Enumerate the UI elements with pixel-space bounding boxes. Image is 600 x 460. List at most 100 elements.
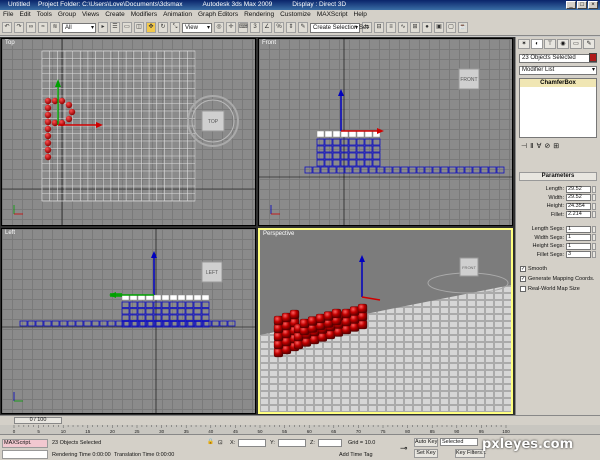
viewport-left[interactable]: Left LEFT bbox=[1, 228, 256, 414]
selection-filter-dropdown[interactable]: All bbox=[62, 22, 96, 33]
parameters-rollout[interactable]: Parameters bbox=[519, 172, 597, 181]
width-segs-input[interactable]: 1 bbox=[566, 234, 591, 242]
viewport-front[interactable]: Front FRONT bbox=[258, 38, 513, 226]
menu-rendering[interactable]: Rendering bbox=[241, 10, 277, 20]
menu-animation[interactable]: Animation bbox=[160, 10, 195, 20]
make-unique-icon[interactable]: ∀ bbox=[537, 142, 542, 152]
stack-item-chamferbox[interactable]: ChamferBox bbox=[520, 79, 596, 87]
rendered-frame-icon[interactable]: ▢ bbox=[446, 22, 456, 33]
width-spinner[interactable] bbox=[592, 194, 596, 202]
menu-modifiers[interactable]: Modifiers bbox=[128, 10, 160, 20]
menu-create[interactable]: Create bbox=[102, 10, 128, 20]
redo-icon[interactable]: ↷ bbox=[14, 22, 24, 33]
select-rotate-icon[interactable]: ↻ bbox=[158, 22, 168, 33]
undo-icon[interactable]: ↶ bbox=[2, 22, 12, 33]
menu-maxscript[interactable]: MAXScript bbox=[314, 10, 351, 20]
menu-customize[interactable]: Customize bbox=[277, 10, 314, 20]
top-nav-cube-label[interactable]: TOP bbox=[208, 119, 219, 125]
viewport-top[interactable]: Top TOP bbox=[1, 38, 256, 226]
remove-modifier-icon[interactable]: ⊘ bbox=[544, 142, 550, 152]
smooth-checkbox[interactable]: ✓ Smooth bbox=[520, 264, 600, 274]
material-editor-icon[interactable]: ● bbox=[422, 22, 432, 33]
display-tab-icon[interactable]: ▭ bbox=[570, 39, 582, 49]
menu-tools[interactable]: Tools bbox=[34, 10, 55, 20]
unlink-icon[interactable]: ≈ bbox=[38, 22, 48, 33]
spinner-snap-icon[interactable]: ⇕ bbox=[286, 22, 296, 33]
edit-named-selection-icon[interactable]: ✎ bbox=[298, 22, 308, 33]
select-by-name-icon[interactable]: ☰ bbox=[110, 22, 120, 33]
fillet-input[interactable]: 2.214 bbox=[566, 211, 591, 219]
key-filters-button[interactable]: Key Filters... bbox=[455, 449, 487, 458]
select-object-icon[interactable]: ▸ bbox=[98, 22, 108, 33]
menu-views[interactable]: Views bbox=[79, 10, 102, 20]
auto-key-button[interactable]: Auto Key bbox=[414, 438, 438, 447]
absolute-mode-icon[interactable]: ⊡ bbox=[218, 440, 223, 446]
height-input[interactable]: 24.354 bbox=[566, 202, 591, 210]
minimize-icon[interactable]: _ bbox=[566, 1, 576, 9]
align-icon[interactable]: ⊟ bbox=[374, 22, 384, 33]
layer-manager-icon[interactable]: ≡ bbox=[386, 22, 396, 33]
reference-coord-dropdown[interactable]: View bbox=[182, 22, 212, 33]
fillet-segs-spinner[interactable] bbox=[592, 251, 596, 259]
menu-group[interactable]: Group bbox=[55, 10, 79, 20]
angle-snap-icon[interactable]: ∠ bbox=[262, 22, 272, 33]
snaps-toggle-icon[interactable]: 3 bbox=[250, 22, 260, 33]
length-segs-spinner[interactable] bbox=[592, 225, 596, 233]
front-nav-cube-label[interactable]: FRONT bbox=[460, 77, 477, 83]
quick-render-icon[interactable]: ☕ bbox=[458, 22, 468, 33]
set-key-icon[interactable]: ⊸ bbox=[400, 443, 408, 454]
rect-selection-icon[interactable]: ▭ bbox=[122, 22, 132, 33]
link-icon[interactable]: ∞ bbox=[26, 22, 36, 33]
x-coord-field[interactable] bbox=[238, 439, 266, 447]
menu-graph-editors[interactable]: Graph Editors bbox=[195, 10, 241, 20]
time-slider[interactable]: 0 / 100 bbox=[14, 417, 62, 424]
width-segs-spinner[interactable] bbox=[592, 234, 596, 242]
motion-tab-icon[interactable]: ◉ bbox=[557, 39, 569, 49]
object-color-swatch[interactable] bbox=[589, 53, 597, 62]
height-segs-input[interactable]: 1 bbox=[566, 242, 591, 250]
utilities-tab-icon[interactable]: ✎ bbox=[583, 39, 595, 49]
maxscript-output[interactable] bbox=[2, 450, 48, 459]
z-coord-field[interactable] bbox=[318, 439, 342, 447]
length-segs-input[interactable]: 1 bbox=[566, 225, 591, 233]
window-crossing-icon[interactable]: ◫ bbox=[134, 22, 144, 33]
pivot-center-icon[interactable]: ◎ bbox=[214, 22, 224, 33]
height-spinner[interactable] bbox=[592, 202, 596, 210]
render-setup-icon[interactable]: ▣ bbox=[434, 22, 444, 33]
real-world-map-checkbox[interactable]: Real-World Map Size bbox=[520, 284, 600, 294]
manipulate-icon[interactable]: ✛ bbox=[226, 22, 236, 33]
maximize-icon[interactable]: □ bbox=[577, 1, 587, 9]
add-time-tag[interactable]: Add Time Tag bbox=[339, 452, 373, 458]
left-nav-cube-label[interactable]: LEFT bbox=[206, 270, 218, 276]
named-selection-dropdown[interactable]: Create Selection Set bbox=[310, 22, 368, 33]
bind-space-warp-icon[interactable]: ≋ bbox=[50, 22, 60, 33]
configure-sets-icon[interactable]: ⊞ bbox=[553, 142, 559, 152]
show-end-result-icon[interactable]: Ⅱ bbox=[530, 142, 533, 152]
fillet-segs-input[interactable]: 3 bbox=[566, 251, 591, 259]
modifier-list-dropdown[interactable]: Modifier List bbox=[519, 66, 597, 75]
set-key-button[interactable]: Set Key bbox=[414, 449, 438, 458]
maxscript-listener[interactable]: MAXScript. bbox=[2, 439, 48, 448]
keyboard-shortcut-icon[interactable]: ⌨ bbox=[238, 22, 248, 33]
curve-editor-icon[interactable]: ∿ bbox=[398, 22, 408, 33]
menu-edit[interactable]: Edit bbox=[16, 10, 33, 20]
length-spinner[interactable] bbox=[592, 185, 596, 193]
fillet-spinner[interactable] bbox=[592, 211, 596, 219]
length-input[interactable]: 29.52 bbox=[566, 185, 591, 193]
percent-snap-icon[interactable]: % bbox=[274, 22, 284, 33]
pin-stack-icon[interactable]: ⊣ bbox=[521, 142, 527, 152]
height-segs-spinner[interactable] bbox=[592, 242, 596, 250]
lock-selection-icon[interactable]: 🔒 bbox=[207, 439, 214, 445]
generate-mapping-checkbox[interactable]: ✓ Generate Mapping Coords. bbox=[520, 274, 600, 284]
y-coord-field[interactable] bbox=[278, 439, 306, 447]
width-input[interactable]: 29.52 bbox=[566, 194, 591, 202]
menu-help[interactable]: Help bbox=[351, 10, 370, 20]
viewport-perspective[interactable]: Perspective FRONT bbox=[258, 228, 513, 414]
hierarchy-tab-icon[interactable]: ⊤ bbox=[544, 39, 556, 49]
track-bar[interactable]: 0 5 10 15 20 25 30 35 40 45 50 55 60 65 70 75 80 85 90 95 10… bbox=[0, 425, 600, 434]
modify-tab-icon[interactable]: ◐ bbox=[531, 39, 543, 49]
object-name-field[interactable]: 23 Objects Selected bbox=[519, 54, 597, 63]
menu-file[interactable]: File bbox=[0, 10, 16, 20]
create-tab-icon[interactable]: ✶ bbox=[518, 39, 530, 49]
close-icon[interactable]: × bbox=[588, 1, 598, 9]
